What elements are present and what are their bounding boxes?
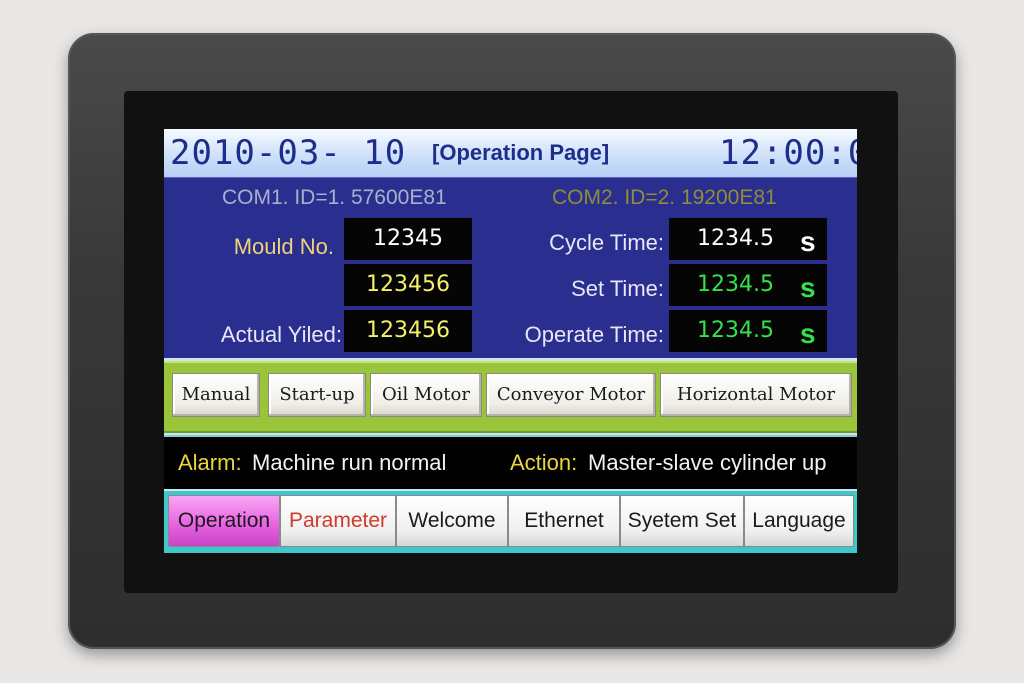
alarm-label: Alarm: bbox=[178, 450, 242, 475]
page-title: [Operation Page] bbox=[432, 140, 610, 165]
action-label: Action: bbox=[510, 450, 578, 475]
actual-yield-value[interactable]: 123456 bbox=[344, 310, 472, 352]
set-time-label: Set Time: bbox=[571, 276, 664, 301]
set-time-unit: s bbox=[800, 272, 816, 303]
mould-no-label: Mould No. bbox=[233, 234, 334, 259]
function-button-row: Manual Start-up Oil Motor Conveyor Motor… bbox=[164, 361, 857, 433]
action-text: Master-slave cylinder up bbox=[588, 450, 827, 475]
tab-ethernet[interactable]: Ethernet bbox=[508, 495, 620, 547]
tab-operation[interactable]: Operation bbox=[168, 495, 280, 547]
bottom-nav: Operation Parameter Welcome Ethernet Sye… bbox=[164, 491, 857, 553]
time-display: 12:00:00 bbox=[719, 133, 857, 173]
tab-system-set[interactable]: Syetem Set bbox=[620, 495, 744, 547]
tab-parameter[interactable]: Parameter bbox=[280, 495, 396, 547]
actual-yield-label: Actual Yiled: bbox=[220, 322, 342, 347]
counter-value[interactable]: 123456 bbox=[344, 264, 472, 306]
tab-language[interactable]: Language bbox=[744, 495, 854, 547]
hmi-screen: 2010-03- 10 [Operation Page] 12:00:00 CO… bbox=[164, 129, 857, 553]
alarm-text: Machine run normal bbox=[252, 450, 447, 475]
manual-button[interactable]: Manual bbox=[172, 373, 260, 417]
cycle-time-label: Cycle Time: bbox=[549, 230, 664, 255]
start-up-button[interactable]: Start-up bbox=[268, 373, 366, 417]
status-bar: Alarm: Machine run normal Action: Master… bbox=[164, 435, 857, 489]
cycle-time-unit: s bbox=[800, 226, 816, 257]
oil-motor-button[interactable]: Oil Motor bbox=[370, 373, 482, 417]
tab-welcome[interactable]: Welcome bbox=[396, 495, 508, 547]
com2-info: COM2. ID=2. 19200E81 bbox=[552, 186, 777, 209]
com1-info: COM1. ID=1. 57600E81 bbox=[222, 186, 447, 209]
title-bar: 2010-03- 10 [Operation Page] 12:00:00 bbox=[164, 129, 857, 177]
horizontal-motor-button[interactable]: Horizontal Motor bbox=[660, 373, 852, 417]
data-panel: COM1. ID=1. 57600E81 COM2. ID=2. 19200E8… bbox=[164, 177, 857, 358]
operate-time-unit: s bbox=[800, 318, 816, 349]
mould-no-value[interactable]: 12345 bbox=[344, 218, 472, 260]
conveyor-motor-button[interactable]: Conveyor Motor bbox=[486, 373, 656, 417]
date-display: 2010-03- 10 bbox=[170, 133, 407, 173]
operate-time-label: Operate Time: bbox=[524, 322, 664, 347]
